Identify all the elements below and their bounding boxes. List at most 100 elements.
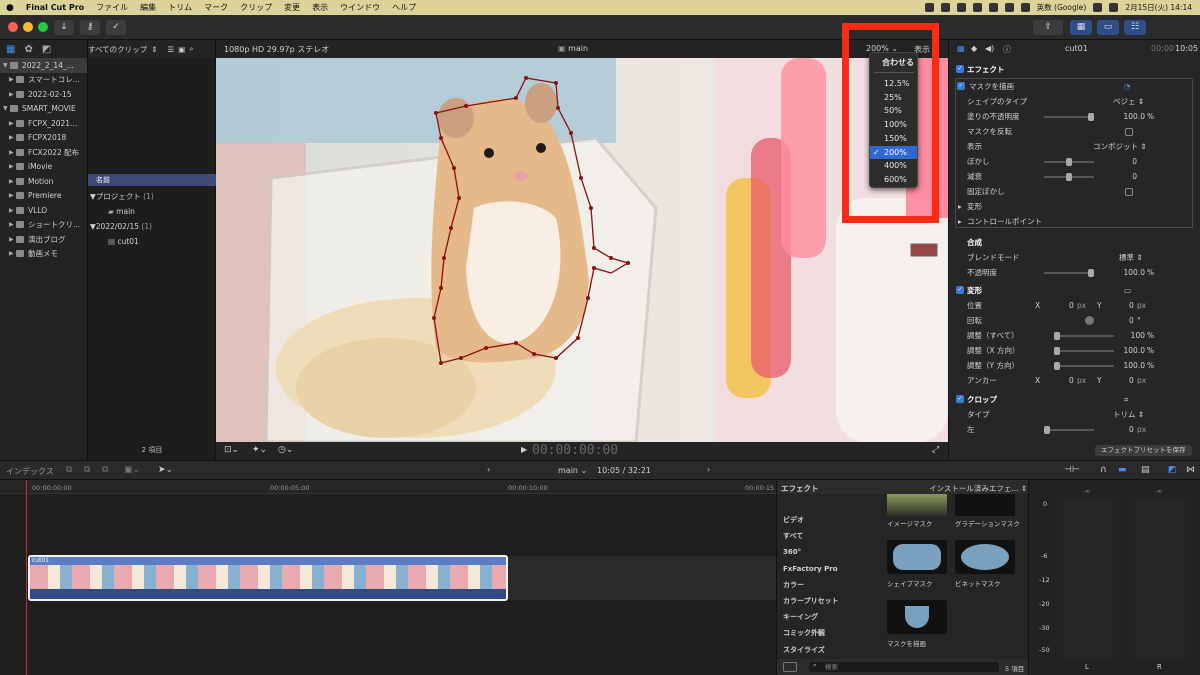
menu-clip[interactable]: クリップ bbox=[234, 2, 278, 13]
transform-onscreen-icon[interactable]: ▭ bbox=[1124, 286, 1131, 295]
menu-modify[interactable]: 変更 bbox=[278, 2, 306, 13]
transform-tools-icon[interactable]: ⊡⌄ bbox=[224, 445, 239, 455]
effects-category[interactable]: FxFactory Pro bbox=[777, 561, 879, 577]
menu-trim[interactable]: トリム bbox=[162, 2, 198, 13]
menu-window[interactable]: ウインドウ bbox=[334, 2, 386, 13]
library-item[interactable]: ▶ 演出ブログ bbox=[0, 232, 87, 247]
library-item[interactable]: ▶ iMovie bbox=[0, 160, 87, 175]
audio-skimming-icon[interactable]: ⊣⊢ bbox=[1064, 465, 1080, 475]
effects-category[interactable]: キーイング bbox=[777, 609, 879, 625]
status-creative-cloud-icon[interactable] bbox=[956, 3, 966, 12]
edit-append-icon[interactable]: ⧉ bbox=[102, 465, 108, 475]
effects-search-input[interactable]: 検索 bbox=[809, 662, 999, 672]
anchor-x-value[interactable]: 0 bbox=[1069, 376, 1074, 385]
chevron-updown-icon[interactable]: ⇕ bbox=[151, 45, 157, 54]
crop-section[interactable]: ✓ クロップ ⌗ bbox=[949, 392, 1200, 407]
viewer-onscreen-control[interactable] bbox=[910, 243, 938, 257]
view-select[interactable]: コンポジット ⇕ bbox=[1093, 141, 1147, 152]
disclosure-icon[interactable]: ▶ bbox=[9, 120, 16, 127]
crop-left-value[interactable]: 0 bbox=[1129, 425, 1134, 434]
clip-filter-dropdown[interactable]: すべてのクリップ bbox=[88, 44, 147, 55]
disclosure-icon[interactable]: ▶ bbox=[9, 76, 16, 83]
effects-category[interactable]: 360° bbox=[777, 544, 879, 560]
menu-help[interactable]: ヘルプ bbox=[386, 2, 422, 13]
mask-icon[interactable]: ◔ bbox=[1124, 82, 1131, 91]
keyword-icon[interactable]: ⚷ bbox=[80, 20, 100, 35]
effects-category[interactable]: カラー bbox=[777, 577, 879, 593]
show-inspector-icon[interactable]: ☷ bbox=[1124, 20, 1146, 35]
scale-y-slider[interactable] bbox=[1054, 361, 1114, 370]
scale-all-slider[interactable] bbox=[1054, 331, 1114, 340]
project-group[interactable]: ▼プロジェクト (1) bbox=[90, 191, 154, 202]
library-item[interactable]: ▼ SMART_MOVIE bbox=[0, 102, 87, 117]
effects-category[interactable]: ビデオ bbox=[777, 512, 879, 528]
titles-icon[interactable]: ◩ bbox=[42, 44, 51, 55]
effects-section[interactable]: ✓ エフェクト bbox=[949, 62, 1200, 77]
installed-effects-dropdown[interactable]: インストール済みエフェ... ⇕ bbox=[929, 483, 1027, 494]
position-y-value[interactable]: 0 bbox=[1129, 301, 1134, 310]
edit-overwrite-icon[interactable]: ▣⌄ bbox=[124, 465, 140, 475]
edit-connect-icon[interactable]: ⧉ bbox=[66, 465, 72, 475]
shape-type-select[interactable]: ベジェ ⇕ bbox=[1113, 96, 1144, 107]
effects-browser-icon[interactable]: ◩ bbox=[1168, 465, 1177, 475]
share-icon[interactable]: ⇪ bbox=[1033, 20, 1063, 35]
scale-all-knob[interactable] bbox=[1054, 331, 1060, 340]
disclosure-icon[interactable]: ▶ bbox=[9, 192, 16, 199]
transform-section[interactable]: ✓ 変形 ▭ bbox=[949, 283, 1200, 298]
effects-category[interactable]: すべて bbox=[777, 528, 879, 544]
column-header-name[interactable]: 名前 bbox=[88, 174, 216, 186]
crop-type-select[interactable]: トリム ⇕ bbox=[1113, 409, 1144, 420]
library-item[interactable]: ▶ 2022-02-15 bbox=[0, 87, 87, 102]
library-item[interactable]: ▶ FCX2022 配布 bbox=[0, 145, 87, 160]
edit-insert-icon[interactable]: ⧉ bbox=[84, 465, 90, 475]
clip-cut01[interactable]: ▤ cut01 bbox=[108, 237, 139, 246]
playhead[interactable] bbox=[26, 480, 27, 675]
status-bluetooth-icon[interactable] bbox=[1004, 3, 1014, 12]
opacity-knob[interactable] bbox=[1088, 268, 1094, 277]
audio-inspector-icon[interactable]: ◀) bbox=[985, 44, 994, 53]
disclosure-icon[interactable]: ▼ bbox=[3, 105, 10, 112]
transitions-browser-icon[interactable]: ⋈ bbox=[1186, 465, 1195, 475]
disclosure-icon[interactable]: ▸ bbox=[958, 217, 962, 226]
anchor-y-value[interactable]: 0 bbox=[1129, 376, 1134, 385]
forward-icon[interactable]: › bbox=[707, 465, 710, 474]
disclosure-icon[interactable]: ▼ bbox=[3, 62, 10, 69]
back-icon[interactable]: ‹ bbox=[487, 465, 490, 474]
index-button[interactable]: インデックス bbox=[6, 466, 54, 477]
disclosure-icon[interactable]: ▶ bbox=[9, 149, 16, 156]
project-main[interactable]: ▰ main bbox=[108, 207, 135, 216]
effects-category[interactable]: スタイライズ bbox=[777, 642, 879, 658]
menu-view[interactable]: 表示 bbox=[306, 2, 334, 13]
scale-y-knob[interactable] bbox=[1054, 361, 1060, 370]
fullscreen-icon[interactable]: ⤢ bbox=[932, 445, 939, 455]
vignette-mask-thumbnail[interactable] bbox=[955, 540, 1015, 574]
status-search-icon[interactable] bbox=[1093, 3, 1103, 12]
transform-checkbox[interactable]: ✓ bbox=[956, 286, 964, 294]
scale-x-slider[interactable] bbox=[1054, 346, 1114, 355]
mask-transform-row[interactable]: ▸ 変形 bbox=[949, 199, 1200, 214]
info-inspector-icon[interactable]: ⓘ bbox=[1003, 44, 1011, 55]
disclosure-icon[interactable]: ▶ bbox=[9, 163, 16, 170]
fill-opacity-slider[interactable] bbox=[1044, 112, 1094, 121]
crop-onscreen-icon[interactable]: ⌗ bbox=[1124, 395, 1128, 405]
menu-mark[interactable]: マーク bbox=[198, 2, 234, 13]
draw-mask-thumbnail[interactable] bbox=[887, 600, 947, 634]
retime-icon[interactable]: ◷⌄ bbox=[278, 445, 293, 455]
fill-opacity-knob[interactable] bbox=[1088, 112, 1094, 121]
feather-slider[interactable] bbox=[1044, 157, 1094, 166]
disclosure-icon[interactable]: ▶ bbox=[9, 207, 16, 214]
select-tool-icon[interactable]: ➤⌄ bbox=[158, 465, 173, 475]
gradient-mask-thumbnail[interactable] bbox=[955, 494, 1015, 516]
status-battery-icon[interactable] bbox=[988, 3, 998, 12]
minimize-window-button[interactable] bbox=[23, 22, 33, 32]
filmstrip-icon[interactable]: ☰ bbox=[167, 45, 174, 54]
timeline-clip-cut01[interactable]: cut01 bbox=[28, 555, 508, 601]
scale-x-knob[interactable] bbox=[1054, 346, 1060, 355]
crop-left-slider[interactable] bbox=[1044, 425, 1094, 434]
disclosure-icon[interactable]: ▶ bbox=[9, 134, 16, 141]
snapping-icon[interactable]: ▬ bbox=[1118, 465, 1127, 475]
disclosure-icon[interactable]: ▸ bbox=[958, 202, 962, 211]
zoom-window-button[interactable] bbox=[38, 22, 48, 32]
feather-knob[interactable] bbox=[1066, 157, 1072, 166]
viewer-canvas[interactable] bbox=[216, 58, 948, 442]
